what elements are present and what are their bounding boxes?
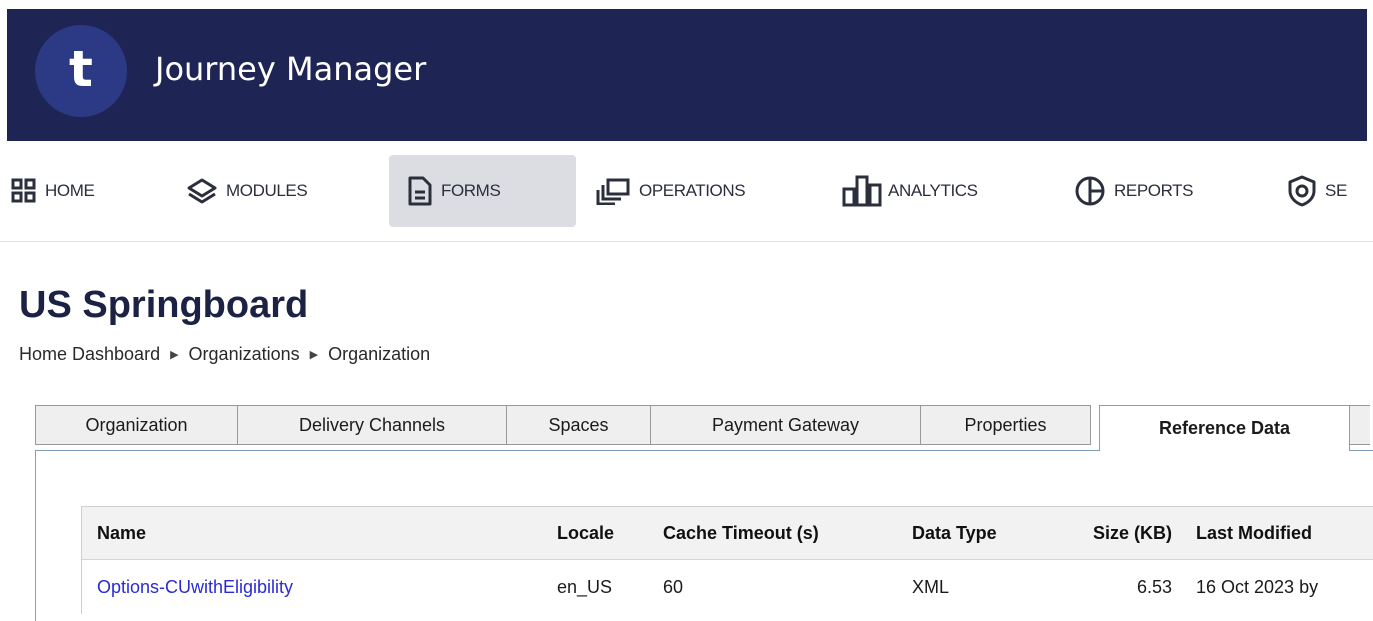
- column-header-last-modified[interactable]: Last Modified: [1196, 523, 1312, 544]
- nav-item-analytics[interactable]: ANALYTICS: [842, 155, 978, 227]
- nav-label: MODULES: [226, 181, 308, 200]
- nav-label: OPERATIONS: [639, 181, 746, 200]
- shield-icon: [1288, 175, 1316, 207]
- nav-item-home[interactable]: HOME: [11, 155, 95, 227]
- bar-chart-icon: [842, 175, 882, 207]
- column-header-size[interactable]: Size (KB): [1060, 523, 1172, 544]
- column-header-locale[interactable]: Locale: [557, 523, 614, 544]
- reference-data-table: Name Locale Cache Timeout (s) Data Type …: [81, 506, 1373, 614]
- row-data-type-cell: XML: [912, 576, 950, 597]
- nav-label: ANALYTICS: [888, 181, 978, 200]
- nav-item-forms[interactable]: FORMS: [389, 155, 576, 227]
- app-logo[interactable]: t: [35, 25, 127, 117]
- nav-label: REPORTS: [1114, 181, 1194, 200]
- grid-icon: [11, 178, 36, 203]
- row-cache-timeout-cell: 60: [663, 576, 684, 597]
- main-nav: HOME MODULES FORMS OPERATIONS ANALYTICS …: [0, 141, 1373, 242]
- layers-icon: [187, 178, 217, 204]
- breadcrumb: Home Dashboard ▶ Organizations ▶ Organiz…: [19, 344, 430, 365]
- row-locale-cell: en_US: [557, 576, 613, 597]
- app-header: t Journey Manager: [7, 9, 1367, 141]
- nav-item-reports[interactable]: REPORTS: [1074, 155, 1193, 227]
- row-name-link[interactable]: Options-CUwithEligibility: [97, 577, 293, 597]
- breadcrumb-separator-icon: ▶: [309, 349, 319, 361]
- nav-label: FORMS: [441, 181, 501, 200]
- document-icon: [408, 176, 432, 206]
- pie-chart-icon: [1075, 176, 1105, 206]
- tab-payment-gateway[interactable]: Payment Gateway: [651, 405, 921, 445]
- nav-item-security[interactable]: SE: [1287, 155, 1347, 227]
- breadcrumb-organizations[interactable]: Organizations: [189, 344, 300, 365]
- tab-delivery-channels[interactable]: Delivery Channels: [238, 405, 507, 445]
- tab-bar: Organization Delivery Channels Spaces Pa…: [35, 405, 1370, 451]
- table-header-row: Name Locale Cache Timeout (s) Data Type …: [82, 507, 1373, 560]
- app-title: Journey Manager: [155, 50, 427, 88]
- table-row[interactable]: Options-CUwithEligibility en_US 60 XML 6…: [82, 560, 1373, 614]
- nav-label: HOME: [45, 181, 95, 200]
- tab-reference-data[interactable]: Reference Data: [1099, 405, 1350, 451]
- nav-item-modules[interactable]: MODULES: [186, 155, 308, 227]
- tab-properties[interactable]: Properties: [921, 405, 1091, 445]
- breadcrumb-organization[interactable]: Organization: [328, 344, 430, 365]
- row-last-modified-cell: 16 Oct 2023 by: [1196, 576, 1319, 597]
- page-title: US Springboard: [19, 284, 309, 326]
- column-header-name[interactable]: Name: [97, 523, 146, 544]
- row-name-cell: Options-CUwithEligibility: [97, 577, 293, 598]
- column-header-cache-timeout[interactable]: Cache Timeout (s): [663, 523, 819, 544]
- column-header-data-type[interactable]: Data Type: [912, 523, 997, 544]
- breadcrumb-separator-icon: ▶: [170, 349, 179, 361]
- breadcrumb-home-dashboard[interactable]: Home Dashboard: [19, 344, 160, 365]
- tab-organization[interactable]: Organization: [35, 405, 238, 445]
- tab-spaces[interactable]: Spaces: [507, 405, 651, 445]
- windows-icon: [596, 178, 630, 205]
- nav-label: SE: [1325, 181, 1347, 200]
- nav-item-operations[interactable]: OPERATIONS: [595, 155, 746, 227]
- row-size-cell: 6.53: [1136, 576, 1172, 597]
- tab-overflow[interactable]: [1350, 405, 1370, 445]
